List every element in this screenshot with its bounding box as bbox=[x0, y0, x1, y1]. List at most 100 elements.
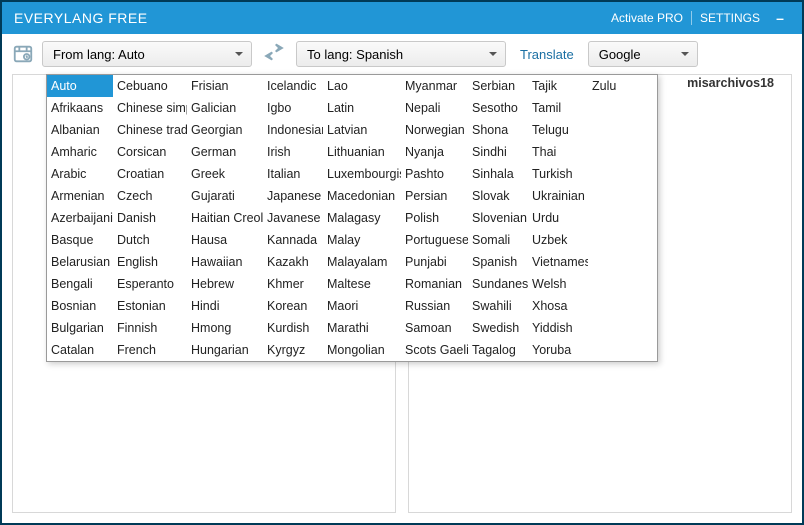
language-option[interactable]: Bosnian bbox=[47, 295, 113, 317]
language-option[interactable]: Afrikaans bbox=[47, 97, 113, 119]
language-option[interactable]: Khmer bbox=[263, 273, 323, 295]
to-language-dropdown[interactable]: To lang: Spanish bbox=[296, 41, 506, 67]
language-option[interactable]: Zulu bbox=[588, 75, 628, 97]
language-option[interactable]: Sesotho bbox=[468, 97, 528, 119]
language-option[interactable]: Sinhala bbox=[468, 163, 528, 185]
language-option[interactable]: Spanish bbox=[468, 251, 528, 273]
language-option[interactable]: Latin bbox=[323, 97, 401, 119]
language-option[interactable]: Esperanto bbox=[113, 273, 187, 295]
language-option[interactable]: Myanmar bbox=[401, 75, 468, 97]
language-option[interactable]: Catalan bbox=[47, 339, 113, 361]
language-option[interactable]: Finnish bbox=[113, 317, 187, 339]
language-option[interactable]: Igbo bbox=[263, 97, 323, 119]
language-option[interactable]: Belarusian bbox=[47, 251, 113, 273]
language-option[interactable]: Vietnamese bbox=[528, 251, 588, 273]
language-option[interactable]: Kazakh bbox=[263, 251, 323, 273]
from-language-dropdown[interactable]: From lang: Auto bbox=[42, 41, 252, 67]
language-option[interactable]: Luxembourgish bbox=[323, 163, 401, 185]
language-option[interactable]: Persian bbox=[401, 185, 468, 207]
language-option[interactable]: Greek bbox=[187, 163, 263, 185]
language-option[interactable]: Estonian bbox=[113, 295, 187, 317]
language-option[interactable]: Hausa bbox=[187, 229, 263, 251]
language-option[interactable]: Somali bbox=[468, 229, 528, 251]
language-option[interactable]: Xhosa bbox=[528, 295, 588, 317]
language-option[interactable]: Icelandic bbox=[263, 75, 323, 97]
language-option[interactable]: Ukrainian bbox=[528, 185, 588, 207]
language-option[interactable]: Dutch bbox=[113, 229, 187, 251]
history-icon[interactable] bbox=[12, 43, 34, 65]
language-option[interactable]: Croatian bbox=[113, 163, 187, 185]
language-option[interactable]: Gujarati bbox=[187, 185, 263, 207]
language-option[interactable]: Sindhi bbox=[468, 141, 528, 163]
language-option[interactable]: Swedish bbox=[468, 317, 528, 339]
language-option[interactable]: Javanese bbox=[263, 207, 323, 229]
activate-pro-link[interactable]: Activate PRO bbox=[603, 11, 691, 25]
language-option[interactable]: Slovenian bbox=[468, 207, 528, 229]
language-option[interactable]: Serbian bbox=[468, 75, 528, 97]
language-option[interactable]: Georgian bbox=[187, 119, 263, 141]
language-option[interactable]: Turkish bbox=[528, 163, 588, 185]
language-option[interactable]: Urdu bbox=[528, 207, 588, 229]
language-option[interactable]: Hungarian bbox=[187, 339, 263, 361]
language-option[interactable]: Maori bbox=[323, 295, 401, 317]
language-option[interactable]: Punjabi bbox=[401, 251, 468, 273]
language-option[interactable]: Indonesian bbox=[263, 119, 323, 141]
language-option[interactable]: Danish bbox=[113, 207, 187, 229]
language-option[interactable]: Mongolian bbox=[323, 339, 401, 361]
minimize-button[interactable]: – bbox=[768, 10, 792, 26]
language-option[interactable]: Yoruba bbox=[528, 339, 588, 361]
language-option[interactable]: Malayalam bbox=[323, 251, 401, 273]
language-option[interactable]: Nyanja bbox=[401, 141, 468, 163]
language-option[interactable]: Uzbek bbox=[528, 229, 588, 251]
language-option[interactable]: Kurdish bbox=[263, 317, 323, 339]
language-option[interactable]: Latvian bbox=[323, 119, 401, 141]
language-option[interactable]: Korean bbox=[263, 295, 323, 317]
language-option[interactable]: Thai bbox=[528, 141, 588, 163]
language-option[interactable]: Welsh bbox=[528, 273, 588, 295]
language-option[interactable]: English bbox=[113, 251, 187, 273]
language-option[interactable]: Frisian bbox=[187, 75, 263, 97]
language-option[interactable]: Yiddish bbox=[528, 317, 588, 339]
language-option[interactable]: Arabic bbox=[47, 163, 113, 185]
language-option[interactable]: Scots Gaelic bbox=[401, 339, 468, 361]
language-option[interactable]: Kyrgyz bbox=[263, 339, 323, 361]
language-option[interactable]: Sundanese bbox=[468, 273, 528, 295]
language-option[interactable]: Malay bbox=[323, 229, 401, 251]
language-option[interactable]: Auto bbox=[47, 75, 113, 97]
language-option[interactable]: Italian bbox=[263, 163, 323, 185]
swap-languages-icon[interactable] bbox=[260, 43, 288, 66]
language-option[interactable]: Hmong bbox=[187, 317, 263, 339]
language-option[interactable]: Bengali bbox=[47, 273, 113, 295]
language-option[interactable]: Hindi bbox=[187, 295, 263, 317]
language-option[interactable]: Galician bbox=[187, 97, 263, 119]
language-option[interactable]: Macedonian bbox=[323, 185, 401, 207]
language-option[interactable]: Haitian Creole bbox=[187, 207, 263, 229]
language-option[interactable]: Chinese trad. bbox=[113, 119, 187, 141]
language-option[interactable]: Lithuanian bbox=[323, 141, 401, 163]
language-option[interactable]: Portuguese bbox=[401, 229, 468, 251]
language-option[interactable]: Nepali bbox=[401, 97, 468, 119]
language-option[interactable]: Tajik bbox=[528, 75, 588, 97]
language-option[interactable]: Azerbaijani bbox=[47, 207, 113, 229]
language-option[interactable]: Armenian bbox=[47, 185, 113, 207]
language-option[interactable]: Chinese simp. bbox=[113, 97, 187, 119]
language-option[interactable]: Tagalog bbox=[468, 339, 528, 361]
language-option[interactable]: Swahili bbox=[468, 295, 528, 317]
language-option[interactable]: Amharic bbox=[47, 141, 113, 163]
language-option[interactable]: Maltese bbox=[323, 273, 401, 295]
language-option[interactable]: Pashto bbox=[401, 163, 468, 185]
language-option[interactable]: Telugu bbox=[528, 119, 588, 141]
language-option[interactable]: Czech bbox=[113, 185, 187, 207]
language-option[interactable]: Cebuano bbox=[113, 75, 187, 97]
language-option[interactable]: Russian bbox=[401, 295, 468, 317]
language-option[interactable]: Slovak bbox=[468, 185, 528, 207]
language-option[interactable]: Tamil bbox=[528, 97, 588, 119]
language-option[interactable]: French bbox=[113, 339, 187, 361]
language-option[interactable]: Kannada bbox=[263, 229, 323, 251]
language-option[interactable]: Basque bbox=[47, 229, 113, 251]
engine-dropdown[interactable]: Google bbox=[588, 41, 698, 67]
language-option[interactable]: Marathi bbox=[323, 317, 401, 339]
translate-button[interactable]: Translate bbox=[514, 47, 580, 62]
language-option[interactable]: German bbox=[187, 141, 263, 163]
language-option[interactable]: Hebrew bbox=[187, 273, 263, 295]
